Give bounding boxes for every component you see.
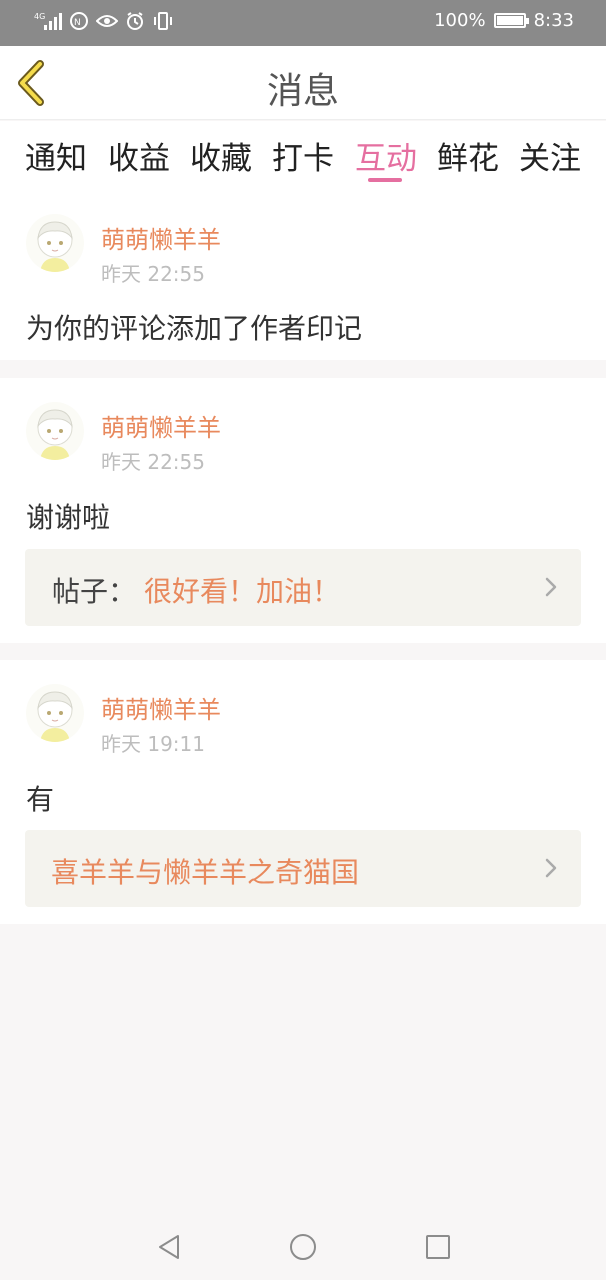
battery-icon — [493, 13, 529, 28]
avatar-image — [37, 691, 73, 742]
message-text: 有 — [26, 783, 55, 816]
back-triangle-icon[interactable] — [154, 1232, 184, 1262]
username[interactable]: 萌萌懒羊羊 — [101, 408, 221, 443]
chevron-right-icon — [545, 858, 557, 878]
status-bar: 4G N 100% 8:33 — [0, 0, 606, 46]
svg-text:N: N — [74, 18, 81, 28]
nfc-icon: N — [70, 12, 88, 30]
message-card[interactable]: 萌萌懒羊羊 昨天 22:55 谢谢啦 帖子： 很好看！加油！ — [0, 378, 606, 643]
avatar[interactable] — [26, 402, 84, 460]
home-circle-icon[interactable] — [288, 1232, 318, 1262]
vibrate-icon — [154, 12, 172, 30]
svg-text:4G: 4G — [34, 12, 45, 21]
battery-fill — [496, 16, 523, 25]
post-reference[interactable]: 帖子： 很好看！加油！ — [25, 549, 581, 626]
post-label: 帖子： — [52, 575, 137, 608]
message-time: 昨天 22:55 — [101, 450, 205, 474]
avatar-image — [37, 409, 73, 460]
avatar[interactable] — [26, 684, 84, 742]
status-icons-left: 4G N — [34, 11, 174, 31]
username[interactable]: 萌萌懒羊羊 — [101, 690, 221, 725]
tab-earnings[interactable]: 收益 — [108, 133, 170, 178]
battery-percent: 100% — [434, 10, 486, 31]
book-title: 喜羊羊与懒羊羊之奇猫国 — [51, 856, 360, 889]
avatar-image — [37, 221, 73, 272]
active-tab-indicator — [368, 178, 402, 182]
signal-icon: 4G — [34, 12, 62, 30]
message-time: 昨天 22:55 — [101, 262, 205, 286]
tab-interaction[interactable]: 互动 — [355, 133, 417, 178]
tab-notice[interactable]: 通知 — [25, 133, 87, 178]
chevron-right-icon — [545, 577, 557, 597]
tab-follow[interactable]: 关注 — [519, 133, 581, 178]
username[interactable]: 萌萌懒羊羊 — [101, 220, 221, 255]
message-text: 为你的评论添加了作者印记 — [26, 312, 363, 345]
system-nav-bar — [0, 1212, 606, 1280]
tab-favorites[interactable]: 收藏 — [190, 133, 252, 178]
app-header: 消息 — [0, 46, 606, 120]
clock: 8:33 — [533, 10, 574, 31]
tab-bar: 通知 收益 收藏 打卡 互动 鲜花 关注 — [0, 121, 606, 196]
status-icons-right: 100% 8:33 — [434, 10, 574, 31]
book-reference[interactable]: 喜羊羊与懒羊羊之奇猫国 — [25, 830, 581, 907]
eye-icon — [96, 15, 118, 27]
recents-square-icon[interactable] — [423, 1232, 453, 1262]
post-title: 很好看！加油！ — [144, 575, 341, 608]
alarm-icon — [127, 12, 143, 30]
message-text: 谢谢啦 — [26, 501, 111, 534]
tab-checkin[interactable]: 打卡 — [272, 133, 334, 178]
tab-flowers[interactable]: 鲜花 — [437, 133, 499, 178]
message-card[interactable]: 萌萌懒羊羊 昨天 19:11 有 喜羊羊与懒羊羊之奇猫国 — [0, 660, 606, 924]
avatar[interactable] — [26, 214, 84, 272]
message-card[interactable]: 萌萌懒羊羊 昨天 22:55 为你的评论添加了作者印记 — [0, 196, 606, 360]
page-title: 消息 — [266, 71, 339, 112]
message-time: 昨天 19:11 — [101, 732, 205, 756]
